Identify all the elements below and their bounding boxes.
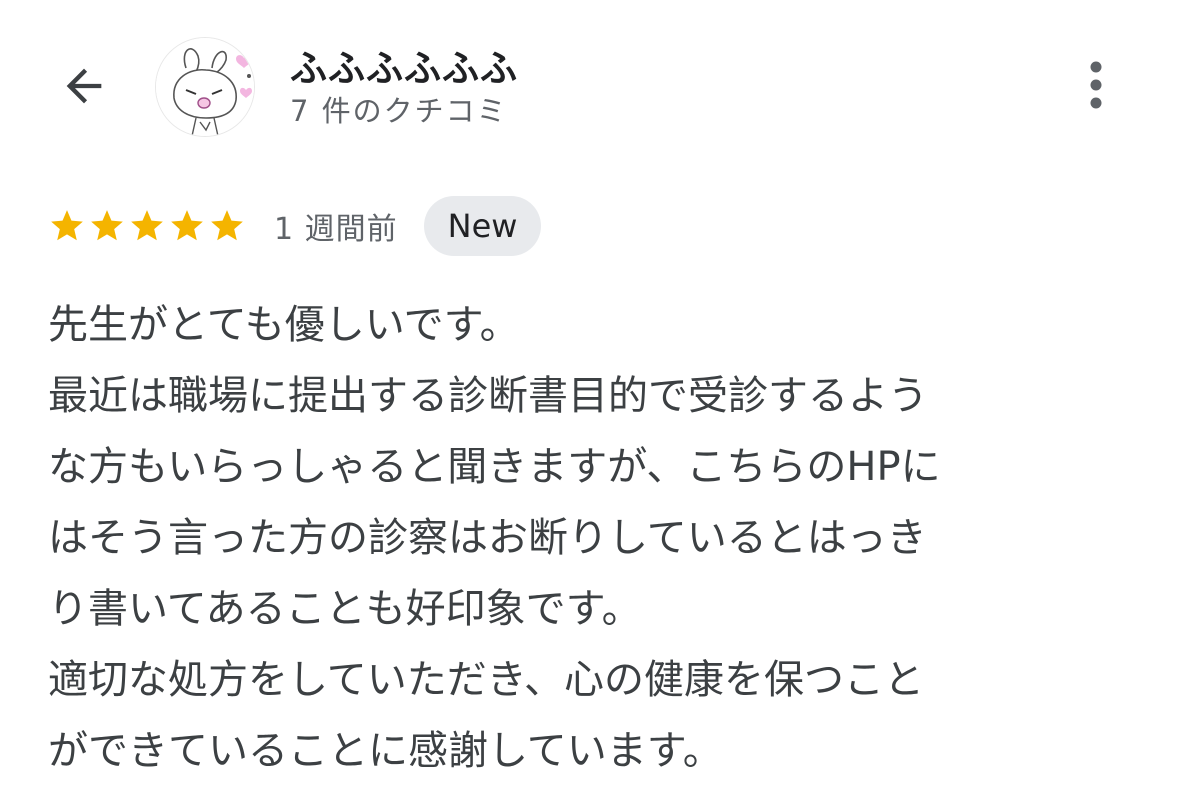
arrow-back-icon <box>66 68 102 104</box>
review-text-line: 先生がとても優しいです。 <box>48 302 520 348</box>
new-badge: New <box>423 196 542 256</box>
more-vert-icon <box>1090 61 1102 109</box>
bunny-avatar-image <box>156 38 254 136</box>
review-text-line: ができていることに感謝しています。 <box>48 728 723 774</box>
star-icon <box>91 210 123 241</box>
star-icon <box>131 210 163 241</box>
reviewer-review-count[interactable]: 7 件のクチコミ <box>290 88 508 130</box>
review-text: 先生がとても優しいです。最近は職場に提出する診断書目的で受診するよう な方もいらっ… <box>48 290 1138 787</box>
star-rating <box>48 207 246 245</box>
star-icon <box>171 210 203 241</box>
star-icon <box>51 210 83 241</box>
rating-row: 1 週間前 New <box>48 196 542 256</box>
back-button[interactable] <box>56 58 112 114</box>
review-page: ふふふふふふ 7 件のクチコミ 1 週間前 New 先生がとても優しいです。最近… <box>0 0 1179 791</box>
review-time: 1 週間前 <box>274 212 398 247</box>
star-icon <box>211 210 243 241</box>
review-text-line: はそう言った方の診察はお断りしているとはっき <box>48 515 927 561</box>
review-text-line: り書いてあることも好印象です。 <box>48 586 642 632</box>
review-text-line: な方もいらっしゃると聞きますが、こちらのHPに <box>48 444 941 490</box>
review-text-line: 最近は職場に提出する診断書目的で受診するよう <box>48 373 928 419</box>
review-text-line: 適切な処方をしていただき、心の健康を保つこと <box>48 657 924 703</box>
avatar[interactable] <box>155 37 255 137</box>
reviewer-name[interactable]: ふふふふふふ <box>290 38 518 92</box>
more-options-button[interactable] <box>1075 54 1117 116</box>
